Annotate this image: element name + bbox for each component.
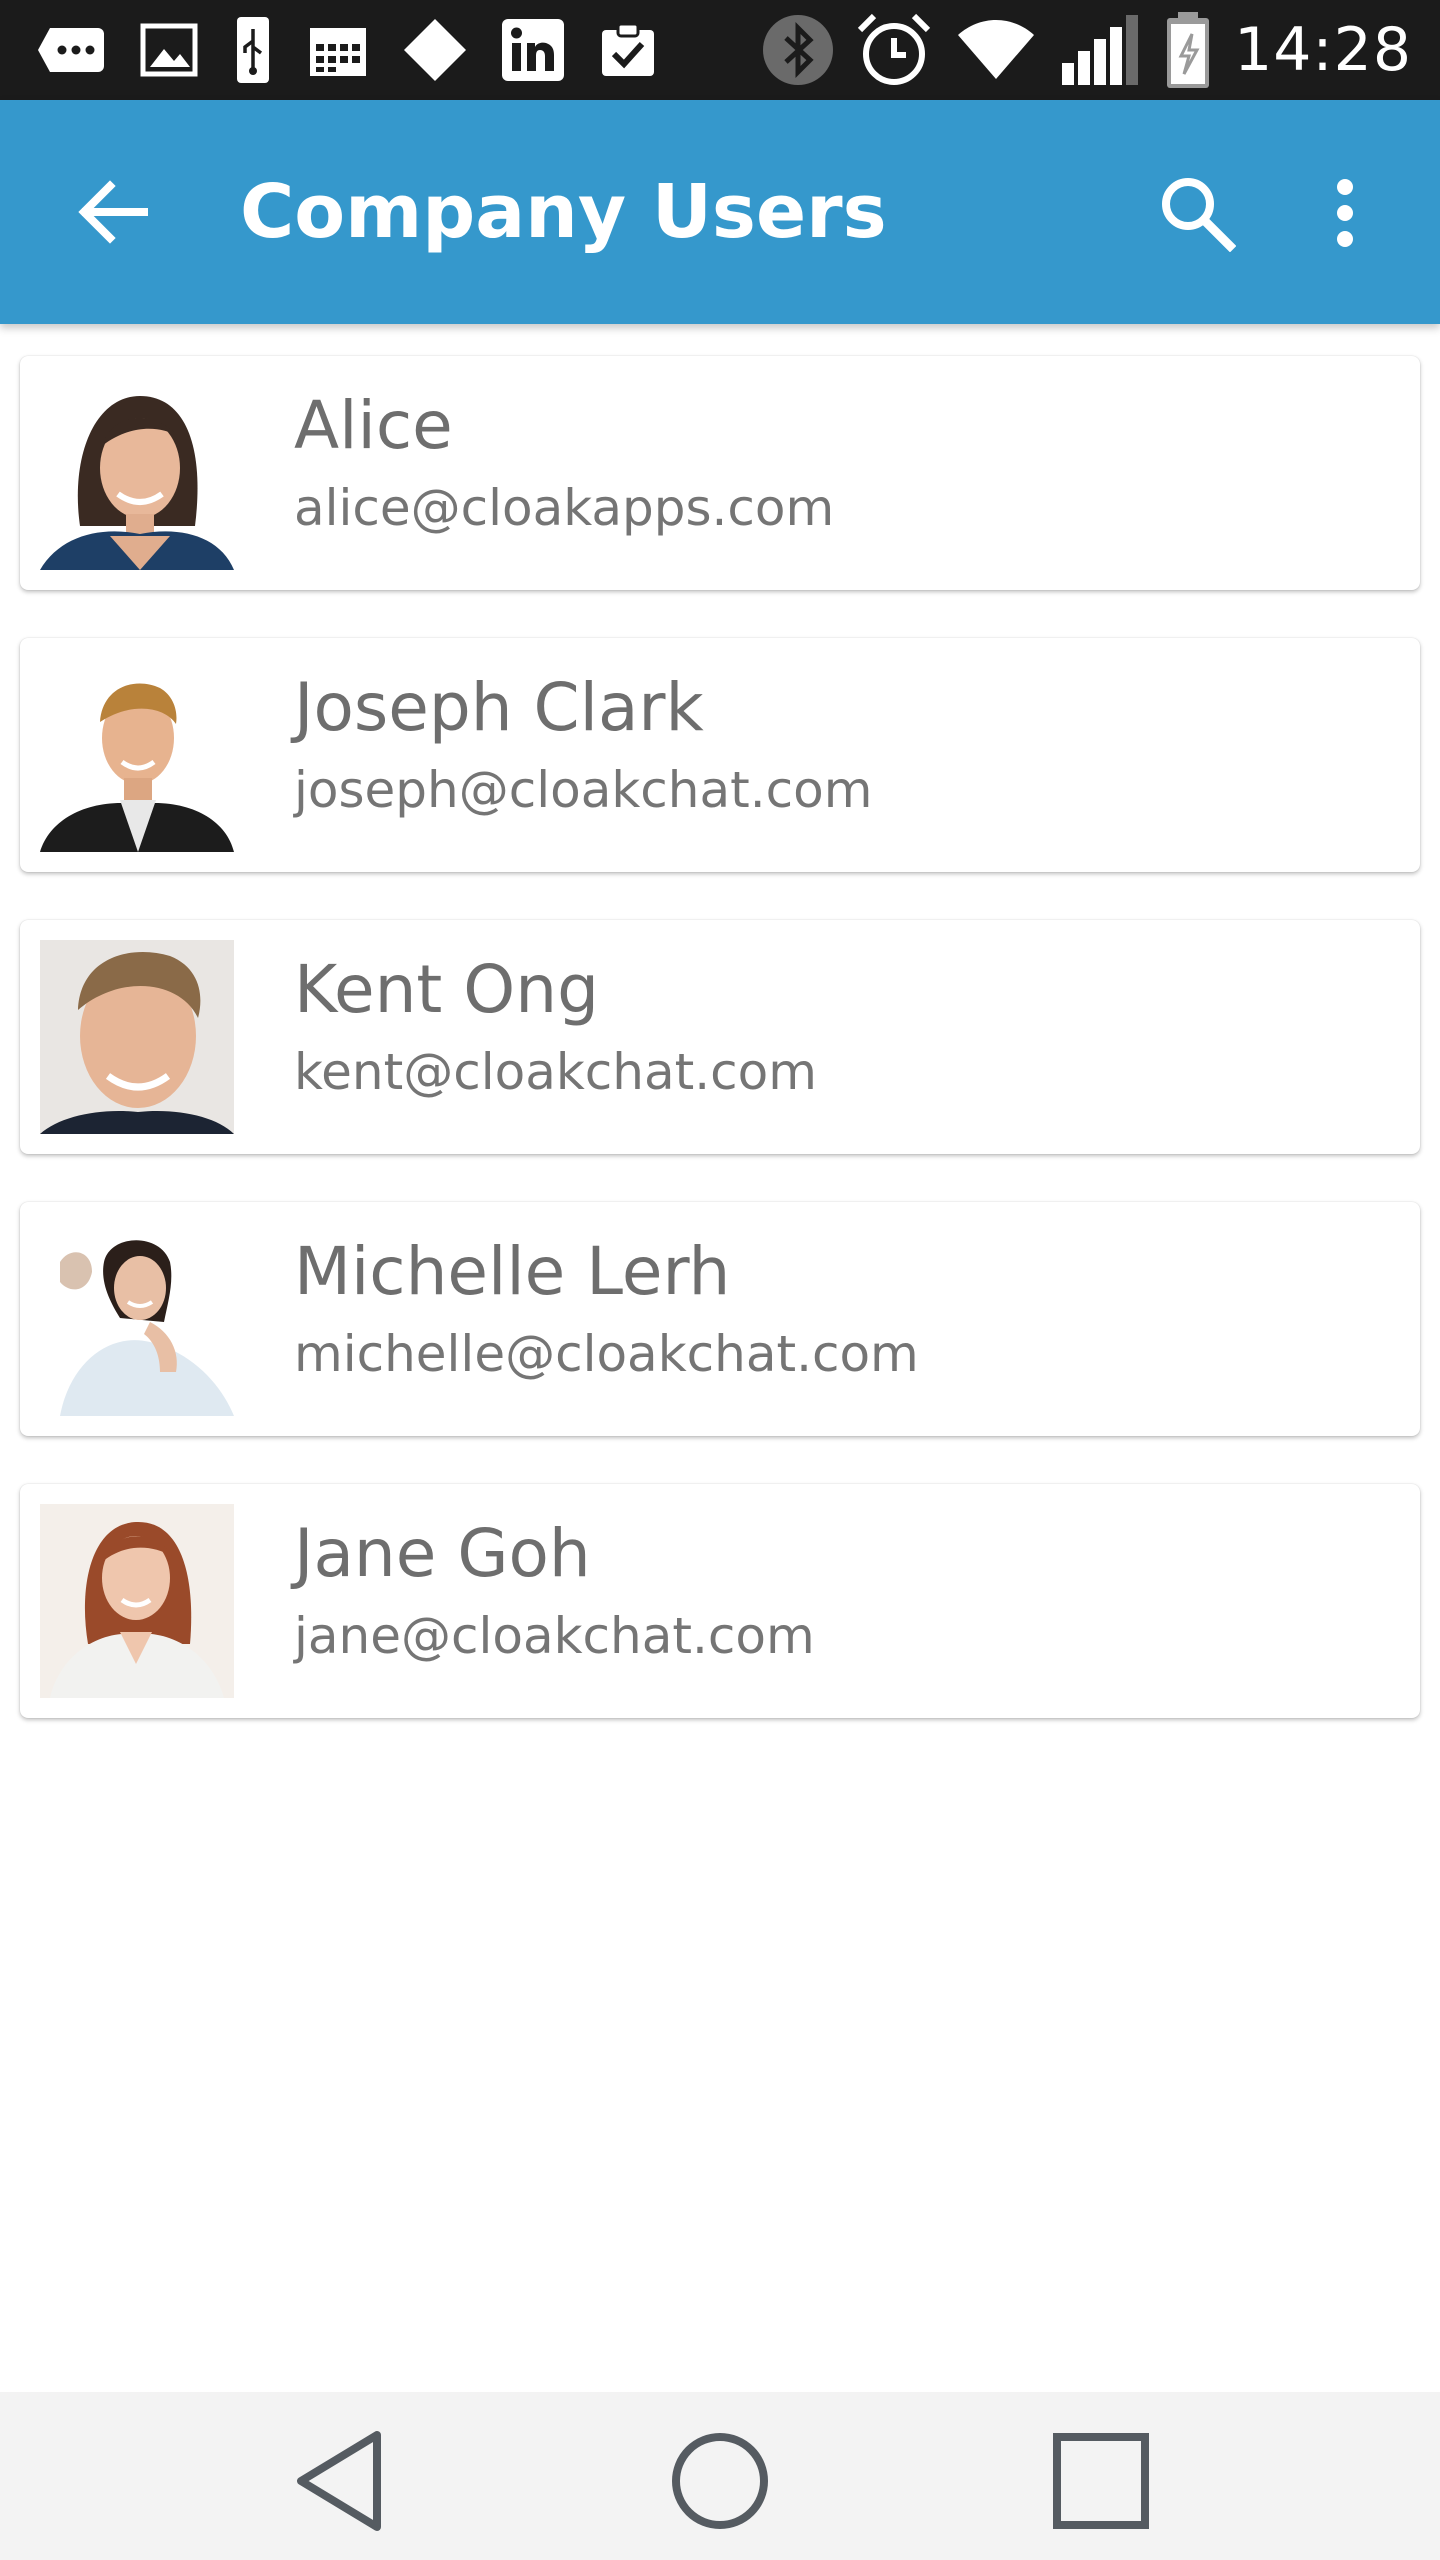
user-card-joseph-clark[interactable]: Joseph Clark joseph@cloakchat.com [20,638,1420,872]
user-name: Jane Goh [294,1515,591,1592]
alarm-icon [856,13,932,85]
user-name: Alice [294,387,453,464]
image-icon [140,18,198,82]
avatar [40,1222,234,1416]
nav-recents-icon [1053,2433,1149,2529]
cell-signal-icon [1060,15,1142,85]
back-button[interactable] [72,176,152,248]
user-email: joseph@cloakchat.com [294,761,873,819]
bluetooth-icon [762,15,834,85]
wifi-icon [954,18,1038,82]
user-email: kent@cloakchat.com [294,1043,817,1101]
avatar [40,376,234,570]
user-email: alice@cloakapps.com [294,479,835,537]
user-card-kent-ong[interactable]: Kent Ong kent@cloakchat.com [20,920,1420,1154]
user-card-jane-goh[interactable]: Jane Goh jane@cloakchat.com [20,1484,1420,1718]
avatar [40,940,234,1134]
search-icon [1162,178,1236,252]
linkedin-icon [502,18,564,82]
avatar [40,658,234,852]
user-card-alice[interactable]: Alice alice@cloakapps.com [20,356,1420,590]
nav-back-icon [297,2431,381,2531]
user-email: michelle@cloakchat.com [294,1325,919,1383]
status-bar: 14:28 [0,0,1440,100]
page-title: Company Users [240,169,887,255]
status-right-icons: 14:28 [762,12,1412,88]
user-name: Joseph Clark [294,669,704,746]
diamond-icon [402,18,468,82]
user-email: jane@cloakchat.com [294,1607,815,1665]
search-button[interactable] [1152,168,1242,258]
clipboard-check-icon [598,18,658,82]
calendar-icon [308,18,368,82]
nav-recents-button[interactable] [1046,2426,1156,2536]
avatar [40,1504,234,1698]
user-name: Michelle Lerh [294,1233,731,1310]
more-chat-icon [36,18,106,82]
status-left-icons [36,17,692,83]
status-time: 14:28 [1234,15,1412,85]
app-bar: Company Users [0,100,1440,324]
usb-icon [232,17,274,83]
overflow-menu-button[interactable] [1300,168,1390,258]
nav-home-button[interactable] [665,2426,775,2536]
user-card-michelle-lerh[interactable]: Michelle Lerh michelle@cloakchat.com [20,1202,1420,1436]
more-vert-icon [1337,179,1353,247]
user-name: Kent Ong [294,951,599,1028]
battery-charging-icon [1164,12,1212,88]
nav-home-icon [672,2433,768,2529]
nav-back-button[interactable] [286,2426,396,2536]
arrow-back-icon [78,180,148,244]
navigation-bar [0,2392,1440,2560]
